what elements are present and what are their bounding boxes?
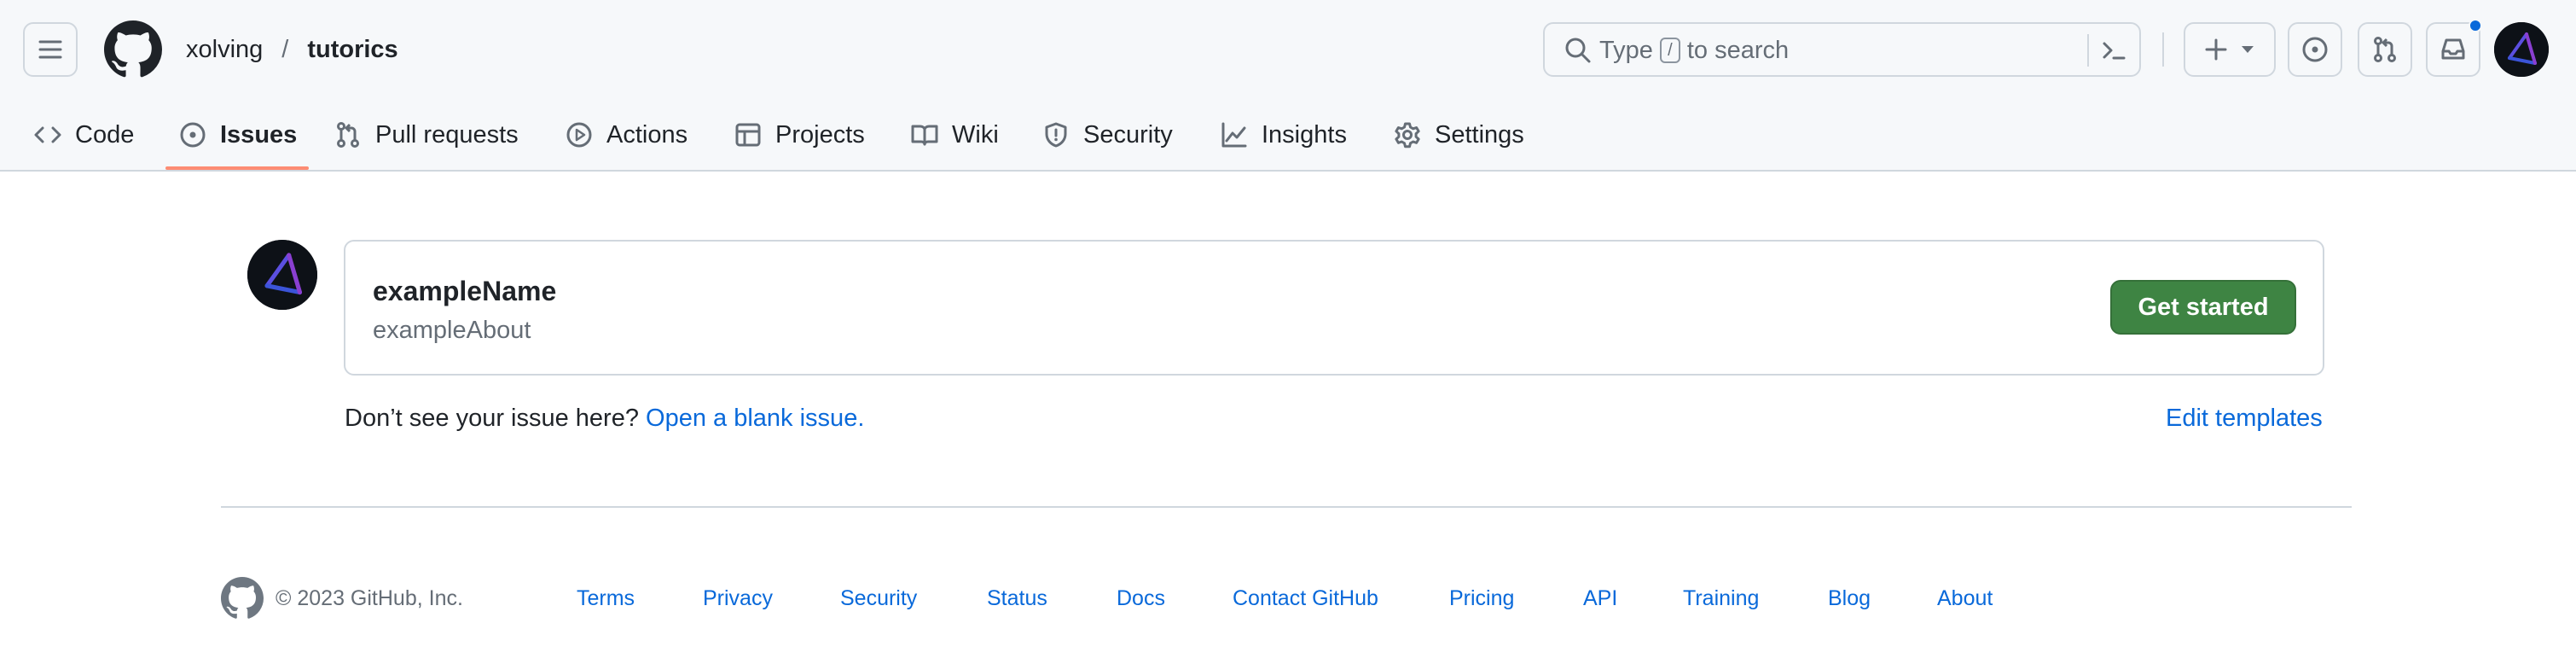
selected-tab-underline <box>165 166 309 170</box>
template-name: exampleName <box>373 276 557 306</box>
tab-label: Wiki <box>952 120 999 149</box>
footer-link-privacy[interactable]: Privacy <box>703 586 773 611</box>
edit-templates-link[interactable]: Edit templates <box>2166 405 2323 433</box>
footer-divider <box>221 506 2352 508</box>
code-icon <box>34 121 61 149</box>
slash-shortcut-key: / <box>1659 38 1680 63</box>
search-placeholder: Type / to search <box>1599 36 1789 65</box>
repo-owner-avatar <box>247 240 317 310</box>
global-bar: xolving / tutorics Type / to search <box>0 0 2576 99</box>
footer-link-status[interactable]: Status <box>987 586 1047 611</box>
footer-copyright: © 2023 GitHub, Inc. <box>276 586 463 610</box>
get-started-button[interactable]: Get started <box>2110 280 2296 335</box>
tab-issues[interactable]: Issues <box>179 111 297 159</box>
tab-security[interactable]: Security <box>1042 111 1173 159</box>
tab-actions[interactable]: Actions <box>566 111 688 159</box>
shield-icon <box>1042 121 1070 149</box>
footer-link-about[interactable]: About <box>1937 586 1993 611</box>
tab-projects[interactable]: Projects <box>734 111 865 159</box>
open-blank-issue-link[interactable]: Open a blank issue. <box>646 405 864 432</box>
footer-link-docs[interactable]: Docs <box>1117 586 1165 611</box>
search-input[interactable]: Type / to search <box>1543 22 2141 77</box>
search-placeholder-after: to search <box>1686 36 1790 64</box>
your-issues-button[interactable] <box>2288 22 2342 77</box>
gear-icon <box>1394 121 1421 149</box>
footer-link-security[interactable]: Security <box>840 586 917 611</box>
issue-opened-icon <box>179 121 206 149</box>
play-icon <box>566 121 593 149</box>
tab-pull-requests[interactable]: Pull requests <box>334 111 519 159</box>
tab-settings[interactable]: Settings <box>1394 111 1524 159</box>
open-global-navigation-button[interactable] <box>23 22 78 77</box>
command-palette-icon[interactable] <box>2099 36 2128 65</box>
book-icon <box>911 121 938 149</box>
search-icon <box>1564 36 1593 65</box>
create-new-button[interactable] <box>2184 22 2276 77</box>
search-divider <box>2087 34 2089 67</box>
tab-label: Issues <box>220 120 298 149</box>
git-pull-request-icon <box>334 121 362 149</box>
github-mark-icon[interactable] <box>104 20 162 79</box>
search-placeholder-before: Type <box>1599 36 1653 64</box>
footer-link-blog[interactable]: Blog <box>1828 586 1871 611</box>
footer-link-contact-github[interactable]: Contact GitHub <box>1233 586 1378 611</box>
user-avatar[interactable] <box>2494 22 2549 77</box>
table-icon <box>734 121 762 149</box>
git-pull-request-icon <box>2371 36 2399 63</box>
footer-link-terms[interactable]: Terms <box>577 586 635 611</box>
hamburger-menu-icon <box>38 39 62 60</box>
triangle-down-icon <box>2241 45 2254 54</box>
header-divider <box>2162 32 2164 67</box>
tab-wiki[interactable]: Wiki <box>911 111 999 159</box>
github-mark-icon[interactable] <box>221 577 264 620</box>
tab-label: Settings <box>1435 120 1524 149</box>
blank-issue-prefix: Don’t see your issue here? <box>345 405 639 432</box>
tab-label: Insights <box>1262 120 1347 149</box>
tab-label: Code <box>75 120 135 149</box>
template-about: exampleAbout <box>373 317 531 344</box>
tab-label: Security <box>1083 120 1173 149</box>
repo-nav: Code Issues Pull requests Actions Projec <box>0 99 2576 172</box>
issue-opened-icon <box>2301 36 2329 63</box>
footer-link-api[interactable]: API <box>1583 586 1617 611</box>
unread-notification-dot <box>2469 19 2482 32</box>
app-header: xolving / tutorics Type / to search Code… <box>0 0 2576 172</box>
graph-icon <box>1221 121 1248 149</box>
tab-label: Pull requests <box>375 120 519 149</box>
breadcrumb: xolving / tutorics <box>186 32 398 67</box>
tab-insights[interactable]: Insights <box>1221 111 1347 159</box>
plus-icon <box>2205 38 2227 61</box>
tab-label: Projects <box>775 120 865 149</box>
tab-code[interactable]: Code <box>34 111 134 159</box>
breadcrumb-repo-link[interactable]: tutorics <box>307 36 397 64</box>
breadcrumb-owner-link[interactable]: xolving <box>186 36 263 64</box>
footer-link-training[interactable]: Training <box>1683 586 1759 611</box>
inbox-icon <box>2440 36 2467 63</box>
blank-issue-prompt: Don’t see your issue here? Open a blank … <box>345 405 864 433</box>
your-pull-requests-button[interactable] <box>2358 22 2412 77</box>
issue-template-card: exampleName exampleAbout Get started <box>344 240 2324 376</box>
breadcrumb-separator: / <box>281 35 289 63</box>
tab-label: Actions <box>606 120 688 149</box>
footer-link-pricing[interactable]: Pricing <box>1449 586 1514 611</box>
